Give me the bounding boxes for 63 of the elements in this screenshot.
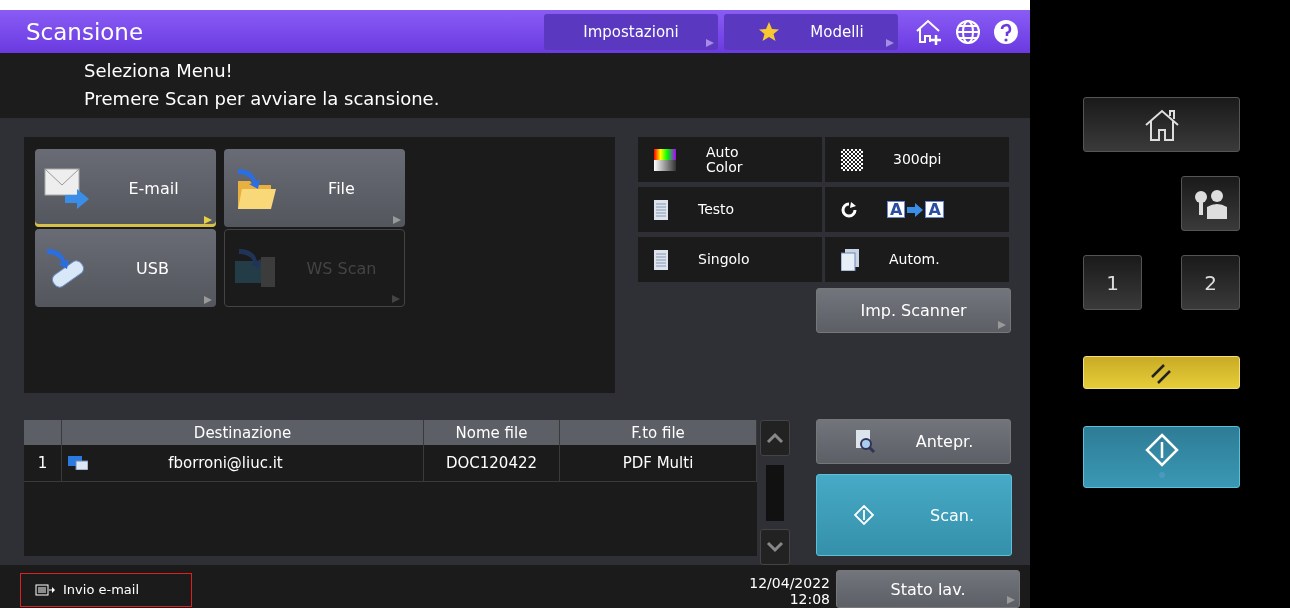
job-indicator: Invio e-mail — [20, 572, 192, 607]
arrow-icon — [886, 38, 894, 47]
preview-button[interactable]: Antepr. — [816, 419, 1011, 464]
number-key[interactable]: 2 — [1181, 255, 1240, 310]
table-cell-text: fborroni@liuc.it — [167, 454, 284, 472]
globe-icon[interactable] — [954, 17, 982, 46]
arrow-icon — [204, 296, 212, 304]
home-key[interactable] — [1083, 97, 1240, 152]
user-login-key[interactable] — [1181, 176, 1240, 231]
setting-button[interactable]: Testo — [638, 187, 822, 232]
templates-button[interactable]: Modelli — [724, 13, 898, 50]
column-header: F.to file — [560, 420, 757, 445]
scrollbar-track[interactable] — [766, 464, 784, 521]
arrow-icon — [204, 216, 212, 224]
pages-icon — [841, 248, 859, 271]
chevron-down-icon — [766, 541, 784, 553]
magnifier-page-icon — [853, 429, 876, 454]
column-header: Nome file — [424, 420, 560, 445]
setting-button[interactable]: A A — [825, 187, 1009, 232]
start-icon — [1144, 433, 1179, 481]
arrow-icon — [393, 216, 401, 224]
function-button[interactable]: E-mail — [35, 149, 216, 227]
screen-title: Scansione — [26, 18, 145, 45]
rotate-icon — [841, 201, 857, 218]
arrow-icon — [998, 321, 1006, 329]
page-icon — [654, 199, 668, 220]
scanner-settings-button[interactable]: Imp. Scanner — [816, 288, 1011, 333]
checkerboard-icon — [841, 148, 863, 171]
time-text: 12:08 — [789, 590, 830, 607]
send-list-icon — [35, 583, 55, 596]
arrow-icon — [392, 295, 400, 303]
function-button[interactable]: File — [224, 149, 405, 227]
row-number: 1 — [24, 445, 62, 481]
help-icon[interactable] — [992, 17, 1020, 46]
chevron-up-icon — [766, 432, 784, 444]
arrow-icon — [706, 38, 714, 47]
page-icon — [654, 249, 668, 270]
envelope-icon — [43, 167, 91, 209]
clear-key[interactable] — [1083, 356, 1240, 389]
color-swatch-icon — [654, 148, 676, 171]
message-text: Seleziona Menu! — [84, 59, 234, 83]
column-header: Destinazione — [62, 420, 424, 445]
arrow-icon — [1007, 596, 1015, 604]
date-text: 12/04/2022 — [749, 574, 830, 591]
setting-button[interactable]: Singolo — [638, 237, 822, 282]
settings-button[interactable]: Impostazioni — [544, 13, 718, 50]
setting-button[interactable]: 300dpi — [825, 137, 1009, 182]
table-cell: DOC120422 — [424, 445, 560, 481]
setting-button[interactable]: Autom. — [825, 237, 1009, 282]
arrow-icon — [907, 202, 924, 217]
table-cell: PDF Multi — [560, 445, 757, 481]
message-text: Premere Scan per avviare la scansione. — [84, 87, 441, 111]
start-icon — [854, 505, 874, 525]
job-status-button[interactable]: Stato lav. — [836, 570, 1020, 608]
start-key[interactable] — [1083, 426, 1240, 488]
setting-button[interactable]: Auto Color — [638, 137, 822, 182]
email-to-icon — [68, 456, 88, 470]
scroll-up-button[interactable] — [760, 420, 790, 456]
function-button[interactable]: USB — [35, 229, 216, 307]
star-icon — [758, 20, 781, 43]
number-key[interactable]: 1 — [1083, 255, 1142, 310]
user-key-icon — [1192, 188, 1229, 219]
scroll-down-button[interactable] — [760, 529, 790, 565]
